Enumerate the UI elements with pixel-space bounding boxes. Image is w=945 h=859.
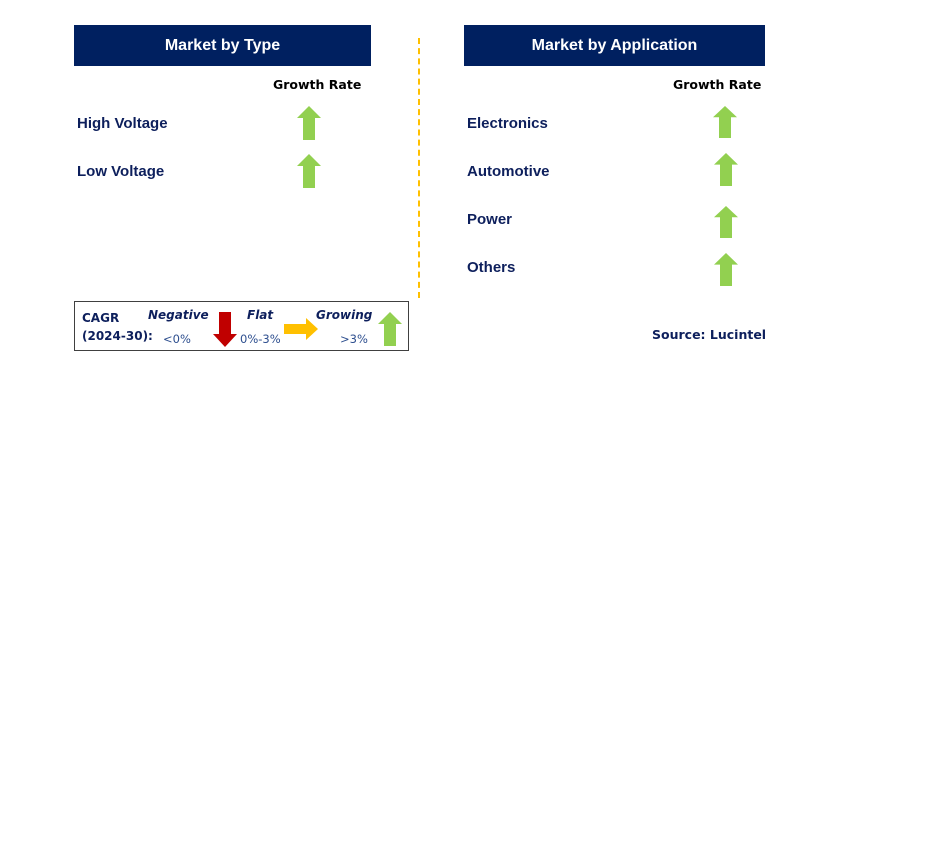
legend-flat-label: Flat	[247, 308, 274, 322]
market-by-application-header: Market by Application	[464, 25, 765, 66]
cagr-legend: CAGR (2024-30): Negative <0% Flat 0%-3% …	[74, 301, 409, 351]
right-arrow-icon	[284, 318, 318, 340]
type-item-label: Low Voltage	[77, 163, 165, 180]
application-item-label: Electronics	[467, 115, 548, 132]
legend-negative-range: <0%	[163, 332, 191, 346]
up-arrow-icon	[714, 153, 738, 186]
legend-negative-label: Negative	[148, 308, 209, 322]
down-arrow-icon	[213, 312, 237, 347]
application-item-label: Automotive	[467, 163, 550, 180]
legend-growing-label: Growing	[316, 308, 373, 322]
market-by-type-title: Market by Type	[164, 36, 281, 54]
market-by-application-title: Market by Application	[531, 36, 698, 54]
type-growth-rate-header: Growth Rate	[273, 77, 362, 92]
application-growth-rate-header: Growth Rate	[673, 77, 762, 92]
market-by-type-header: Market by Type	[74, 25, 371, 66]
legend-growing-range: >3%	[340, 332, 368, 346]
up-arrow-icon	[297, 106, 321, 140]
dashed-divider	[418, 38, 420, 298]
up-arrow-icon	[713, 106, 737, 138]
up-arrow-icon	[714, 206, 738, 238]
legend-flat-range: 0%-3%	[240, 332, 281, 346]
type-item-label: High Voltage	[77, 115, 168, 132]
up-arrow-icon	[297, 154, 321, 188]
legend-cagr-label: CAGR	[82, 311, 120, 325]
up-arrow-icon	[714, 253, 738, 286]
source-label: Source: Lucintel	[652, 327, 767, 342]
legend-period-label: (2024-30):	[82, 329, 153, 343]
application-item-label: Others	[467, 259, 516, 276]
application-item-label: Power	[467, 211, 513, 228]
up-arrow-icon	[378, 312, 402, 346]
